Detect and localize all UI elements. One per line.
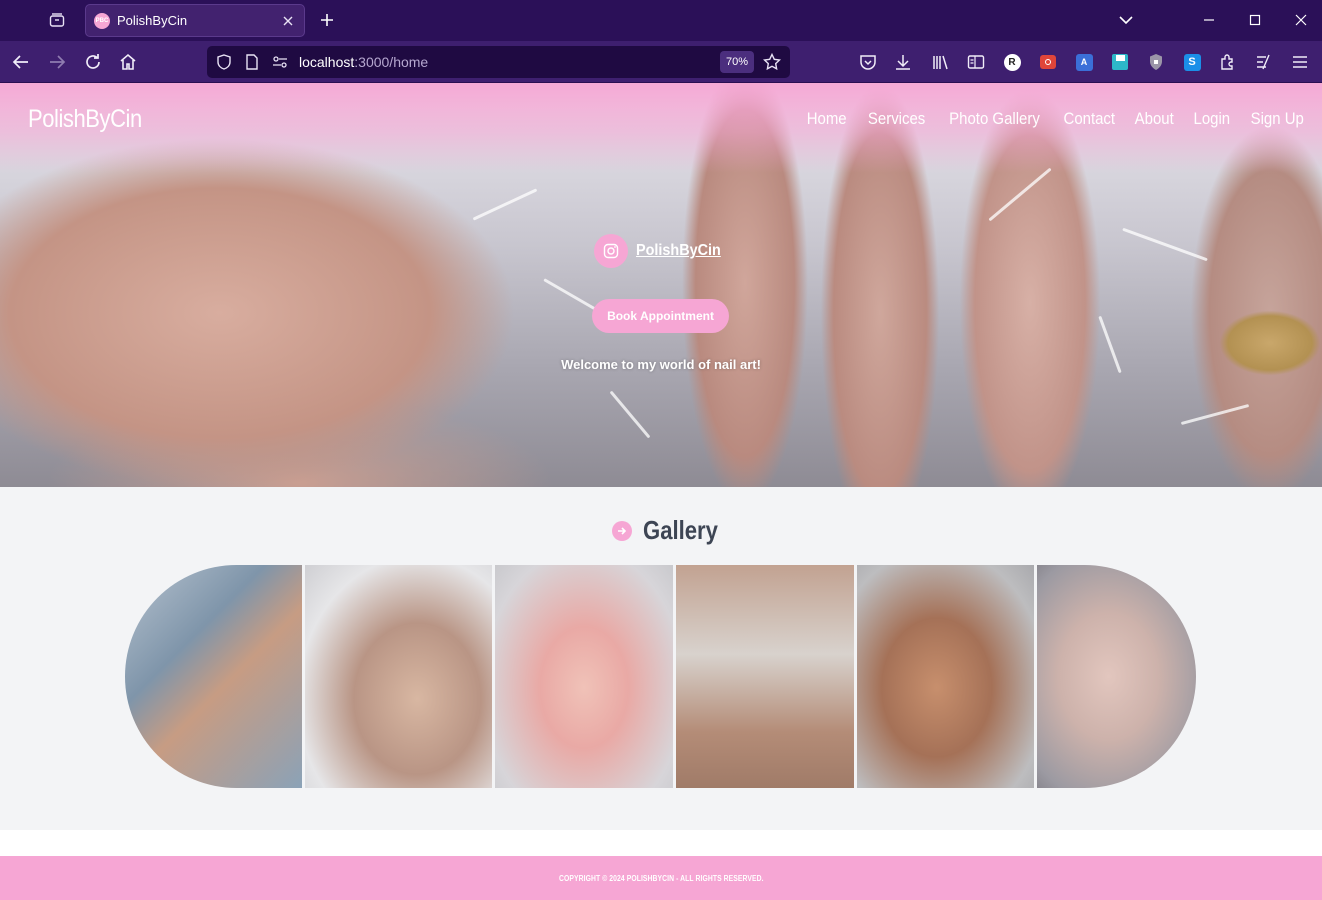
tab-overview-icon[interactable] [44,8,70,32]
gallery-photo[interactable] [125,565,302,788]
new-tab-button[interactable] [315,8,339,32]
tab-title: PolishByCin [117,13,188,28]
home-icon[interactable] [115,49,141,75]
decor-shred [543,278,597,311]
browser-tabbar: PBC PolishByCin [0,0,1322,41]
browser-tab[interactable]: PBC PolishByCin [85,4,305,37]
site-permissions-icon[interactable] [269,51,291,73]
gallery-photo[interactable] [494,565,673,788]
customize-toolbar-icon[interactable] [1253,51,1275,73]
instagram-link-row[interactable]: PolishByCin [594,234,730,268]
gallery-photo[interactable] [305,565,492,788]
shield-icon[interactable] [213,51,235,73]
privacy-shield-extension-icon[interactable] [1145,51,1167,73]
s-extension-icon[interactable]: S [1181,51,1203,73]
nav-home[interactable]: Home [807,109,847,129]
instagram-handle-link[interactable]: PolishByCin [636,242,721,260]
nav-about[interactable]: About [1135,109,1174,129]
book-appointment-button[interactable]: Book Appointment [592,299,729,333]
library-icon[interactable] [929,51,951,73]
close-tab-icon[interactable] [278,11,298,31]
decor-shred [1180,403,1250,426]
arrow-right-icon [612,520,632,541]
menu-hamburger-icon[interactable] [1289,51,1311,73]
site-footer: COPYRIGHT © 2024 POLISHBYCIN - ALL RIGHT… [0,856,1322,900]
extensions-puzzle-icon[interactable] [1217,51,1239,73]
decor-shred [472,188,538,221]
save-extension-icon[interactable] [1109,51,1131,73]
downloads-icon[interactable] [892,51,914,73]
translate-extension-icon[interactable]: A [1073,51,1095,73]
maximize-icon[interactable] [1243,8,1267,32]
nav-services[interactable]: Services [868,109,925,129]
url-host: localhost [299,54,355,70]
nav-contact[interactable]: Contact [1063,109,1115,129]
extension-r-icon[interactable]: R [1001,51,1023,73]
url-text[interactable]: localhost:3000/home [299,54,720,70]
favicon-icon: PBC [94,12,110,29]
browser-toolbar: localhost:3000/home 70% R A S [0,41,1322,83]
screenshot-extension-icon[interactable] [1037,51,1059,73]
web-page: PolishByCin Home Services Photo Gallery … [0,83,1322,900]
nav-login[interactable]: Login [1193,109,1230,129]
back-arrow-icon[interactable] [8,49,34,75]
decor-shred [1122,227,1208,262]
zoom-level-badge[interactable]: 70% [720,51,754,73]
gallery-photo[interactable] [1036,565,1196,788]
page-icon[interactable] [241,51,263,73]
site-nav: Home Services Photo Gallery Contact Abou… [804,109,1307,129]
address-bar[interactable]: localhost:3000/home 70% [207,46,790,78]
gallery-title: Gallery [643,515,718,545]
hero-section: PolishByCin Home Services Photo Gallery … [0,83,1322,487]
instagram-icon[interactable] [594,234,628,268]
close-window-icon[interactable] [1289,8,1313,32]
page-spacer [0,830,1322,856]
forward-arrow-icon[interactable] [44,49,70,75]
pocket-icon[interactable] [857,51,879,73]
bookmark-star-icon[interactable] [760,50,784,74]
decor-shred [609,390,651,439]
welcome-text: Welcome to my world of nail art! [561,357,761,372]
nav-sign-up[interactable]: Sign Up [1250,109,1303,129]
reader-view-icon[interactable] [965,51,987,73]
copyright-text: COPYRIGHT © 2024 POLISHBYCIN - ALL RIGHT… [558,873,764,883]
gallery-photo[interactable] [856,565,1034,788]
chevron-down-icon[interactable] [1114,8,1138,32]
reload-icon[interactable] [80,49,106,75]
minimize-icon[interactable] [1197,8,1221,32]
gallery-strip [125,565,1196,788]
nav-photo-gallery[interactable]: Photo Gallery [949,109,1040,129]
site-logo[interactable]: PolishByCin [28,105,142,134]
gallery-photo[interactable] [675,565,854,788]
decor-shred [988,167,1052,222]
gallery-heading: Gallery [612,515,731,546]
url-path: :3000/home [354,54,429,70]
